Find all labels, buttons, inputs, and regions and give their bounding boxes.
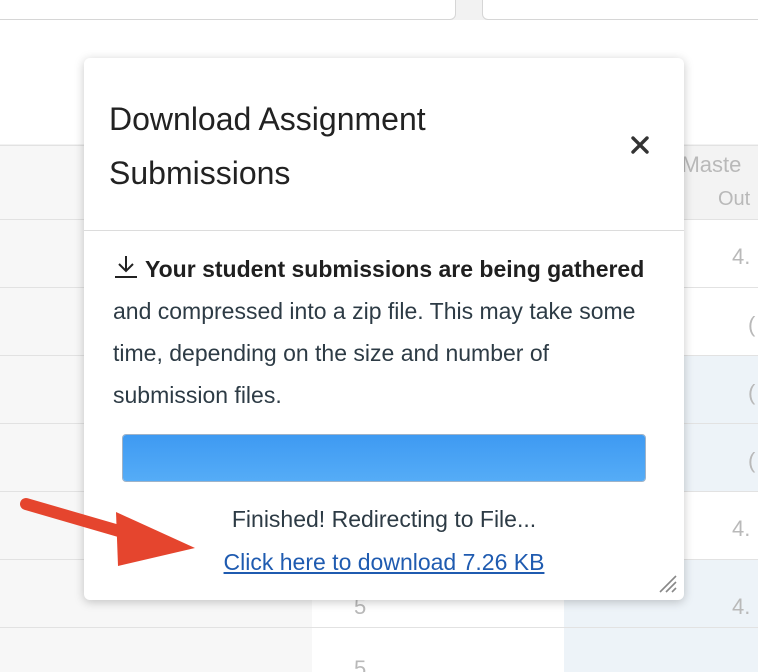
table-row: 5 [0, 627, 758, 672]
progress-bar-fill [123, 435, 645, 481]
background-column-subheader: Out [718, 188, 751, 210]
dialog-message: Your student submissions are being gathe… [113, 248, 661, 416]
background-cell: ( [748, 312, 756, 337]
dialog-header: Download Assignment Submissions [84, 58, 684, 231]
background-cell: 4. [732, 244, 751, 269]
background-card [0, 0, 456, 20]
close-icon [631, 136, 649, 154]
resize-handle-icon[interactable] [656, 572, 678, 594]
background-cell: 5 [354, 656, 367, 672]
background-cell: 4. [732, 516, 751, 541]
background-cell: ( [748, 448, 756, 473]
background-cell: 4. [732, 594, 751, 619]
message-bold-text: Your student submissions are being gathe… [145, 256, 645, 282]
close-button[interactable] [625, 130, 655, 160]
progress-bar [122, 434, 646, 482]
message-text: and compressed into a zip file. This may… [113, 298, 636, 408]
annotation-arrow-icon [20, 498, 195, 566]
download-icon [113, 251, 139, 278]
background-cell: ( [748, 380, 756, 405]
background-card [482, 0, 758, 20]
dialog-title: Download Assignment Submissions [109, 101, 426, 191]
